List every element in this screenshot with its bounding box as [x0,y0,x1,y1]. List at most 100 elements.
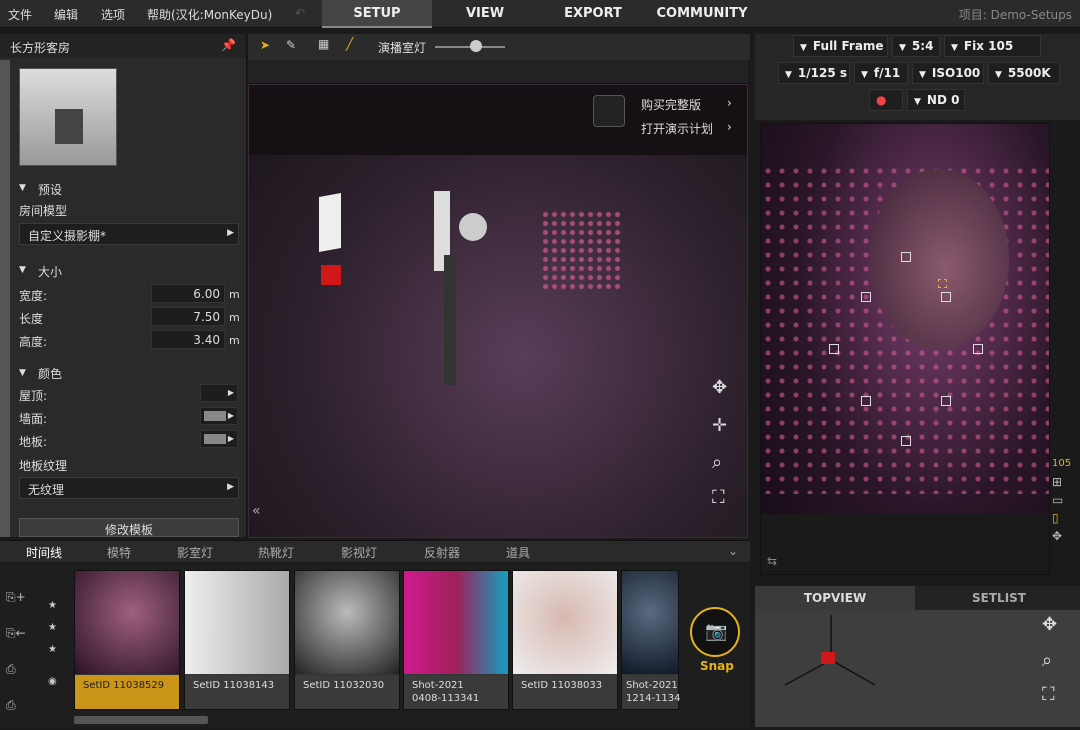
star-icon[interactable]: ★ [48,639,57,661]
tab-cine-lights[interactable]: 影视灯 [341,544,377,561]
shutter-value: 1/125 s [797,66,848,80]
tab-export[interactable]: EXPORT [548,0,638,28]
strobe-light[interactable] [321,265,341,285]
floor-color-picker[interactable]: ▶ [200,430,238,448]
gallery-card[interactable]: SetID 11038033 [512,570,618,710]
focus-point[interactable] [861,396,871,406]
focus-point[interactable] [973,344,983,354]
gallery-card[interactable]: SetID 11038529 [74,570,180,710]
white-balance-dropdown[interactable]: ▼ 5500K [988,62,1060,84]
snapshot-star-icon[interactable]: ⎙ [6,651,26,687]
length-input[interactable]: 7.50 [151,307,225,326]
tab-props[interactable]: 道具 [506,544,530,561]
camera-preview[interactable]: ⇆ [760,123,1050,575]
chevron-down-icon[interactable]: ▼ [19,368,26,378]
grid-overlay-icon[interactable]: ⊞ [1052,475,1076,489]
restore-icon[interactable]: ⎘← [6,615,26,651]
pin-icon[interactable]: 📌 [221,38,236,52]
tab-studio-lights[interactable]: 影室灯 [177,544,213,561]
star-icon[interactable]: ★ [48,617,57,639]
tab-models[interactable]: 模特 [107,544,131,561]
fit-view-icon[interactable]: ⛶ [1042,684,1055,705]
panel-scrollbar[interactable] [0,60,10,537]
pan-icon[interactable]: ✥ [1042,614,1057,635]
menu-edit[interactable]: 编辑 [54,6,78,23]
eye-icon[interactable]: ◉ [48,671,57,693]
timeline-ruler[interactable] [248,60,748,84]
collapse-icon[interactable]: « [252,503,261,519]
ratio-dropdown[interactable]: ▼ 5:4 [892,35,940,57]
move-icon[interactable]: ✥ [1052,529,1076,543]
zoom-icon[interactable]: ⌕ [1042,650,1052,671]
modify-template-button[interactable]: 修改模板 [19,518,239,537]
room-thumbnail[interactable] [19,68,117,166]
tab-community[interactable]: COMMUNITY [652,0,752,28]
line-icon[interactable]: ╱ [346,37,353,51]
select-arrow-icon[interactable]: ➤ [260,38,270,52]
chevron-down-icon[interactable]: ▼ [19,265,26,275]
nd-filter-dropdown[interactable]: ▼ ND 0 [907,89,965,111]
gallery-card[interactable]: Shot-2021 1214-1134 [621,570,681,710]
star-icon[interactable]: ★ [48,595,57,617]
add-snapshot-icon[interactable]: ⎘+ [6,579,26,615]
zoom-icon[interactable]: ⌕ [712,452,722,473]
width-input[interactable]: 6.00 [151,284,225,303]
export-icon[interactable]: ⎙ [6,687,26,723]
focus-point[interactable] [901,252,911,262]
grid-icon[interactable]: ▦ [318,37,329,51]
menu-file[interactable]: 文件 [8,6,32,23]
gallery-card[interactable]: SetID 11038143 [184,570,290,710]
fit-view-icon[interactable]: ⛶ [712,487,725,508]
shutter-dropdown[interactable]: ▼ 1/125 s [778,62,850,84]
chevron-down-icon[interactable]: ▼ [19,183,26,193]
color-wheel-icon[interactable]: ● [869,89,903,111]
open-demo-plan-link[interactable]: 打开演示计划 [641,120,713,137]
tab-timeline[interactable]: 时间线 [26,544,62,561]
lens-dropdown[interactable]: ▼Fix 105 mm [944,35,1041,75]
menu-help[interactable]: 帮助(汉化:MonKeyDu) [147,6,272,23]
measure-icon[interactable]: ✎ [286,38,296,52]
undo-icon[interactable]: ↶ [295,6,305,20]
tab-setlist[interactable]: SETLIST [918,586,1080,610]
buy-full-version-link[interactable]: 购买完整版 [641,96,701,113]
orbit-icon[interactable]: ✥ [712,377,727,398]
3d-viewport[interactable]: 购买完整版 打开演示计划 › › ✥ ✛ ⌕ ⛶ « [248,84,748,538]
sensor-dropdown[interactable]: ▼ Full Frame [793,35,888,57]
aperture-dropdown[interactable]: ▼ f/11 [854,62,908,84]
focus-point[interactable] [901,436,911,446]
snap-button[interactable]: 📷 [690,607,740,657]
swap-icon[interactable]: ⇆ [767,554,777,568]
floor-texture-dropdown[interactable]: 无纹理 ▶ [19,477,239,499]
focus-point[interactable] [829,344,839,354]
focus-point[interactable] [861,292,871,302]
room-model-dropdown[interactable]: 自定义摄影棚* ▶ [19,223,239,245]
gallery-scrollbar[interactable] [74,716,208,724]
iso-dropdown[interactable]: ▼ ISO100 [912,62,984,84]
topview-map[interactable]: ✥ ⌕ ⛶ [755,610,1080,727]
tab-view[interactable]: VIEW [440,0,530,28]
tab-reflectors[interactable]: 反射器 [424,544,460,561]
light-slider-thumb[interactable] [470,40,482,52]
pan-icon[interactable]: ✛ [712,415,727,436]
height-input[interactable]: 3.40 [151,330,225,349]
model-figure[interactable] [444,255,456,385]
gallery-card[interactable]: Shot-2021 0408-113341 [403,570,509,710]
beauty-dish[interactable] [459,213,487,241]
tab-speedlights[interactable]: 热靴灯 [258,544,294,561]
roof-color-picker[interactable]: ▶ [200,384,238,402]
tab-setup[interactable]: SETUP [322,0,432,28]
tab-topview[interactable]: TOPVIEW [755,586,915,610]
softbox[interactable] [319,193,341,252]
expand-icon[interactable]: ⌄ [728,544,738,558]
topview-diagram [784,615,876,686]
wall-color-picker[interactable]: ▶ [200,407,238,425]
height-label: 高度: [19,335,48,349]
roof-label: 屋顶: [19,389,48,403]
focus-point[interactable] [941,292,951,302]
histogram-icon[interactable]: ▭ [1052,493,1076,507]
menu-options[interactable]: 选项 [101,6,125,23]
focus-point[interactable] [941,396,951,406]
orientation-icon[interactable]: ▯ [1052,511,1076,525]
gallery-card[interactable]: SetID 11032030 [294,570,400,710]
active-focus-point[interactable] [938,279,947,288]
